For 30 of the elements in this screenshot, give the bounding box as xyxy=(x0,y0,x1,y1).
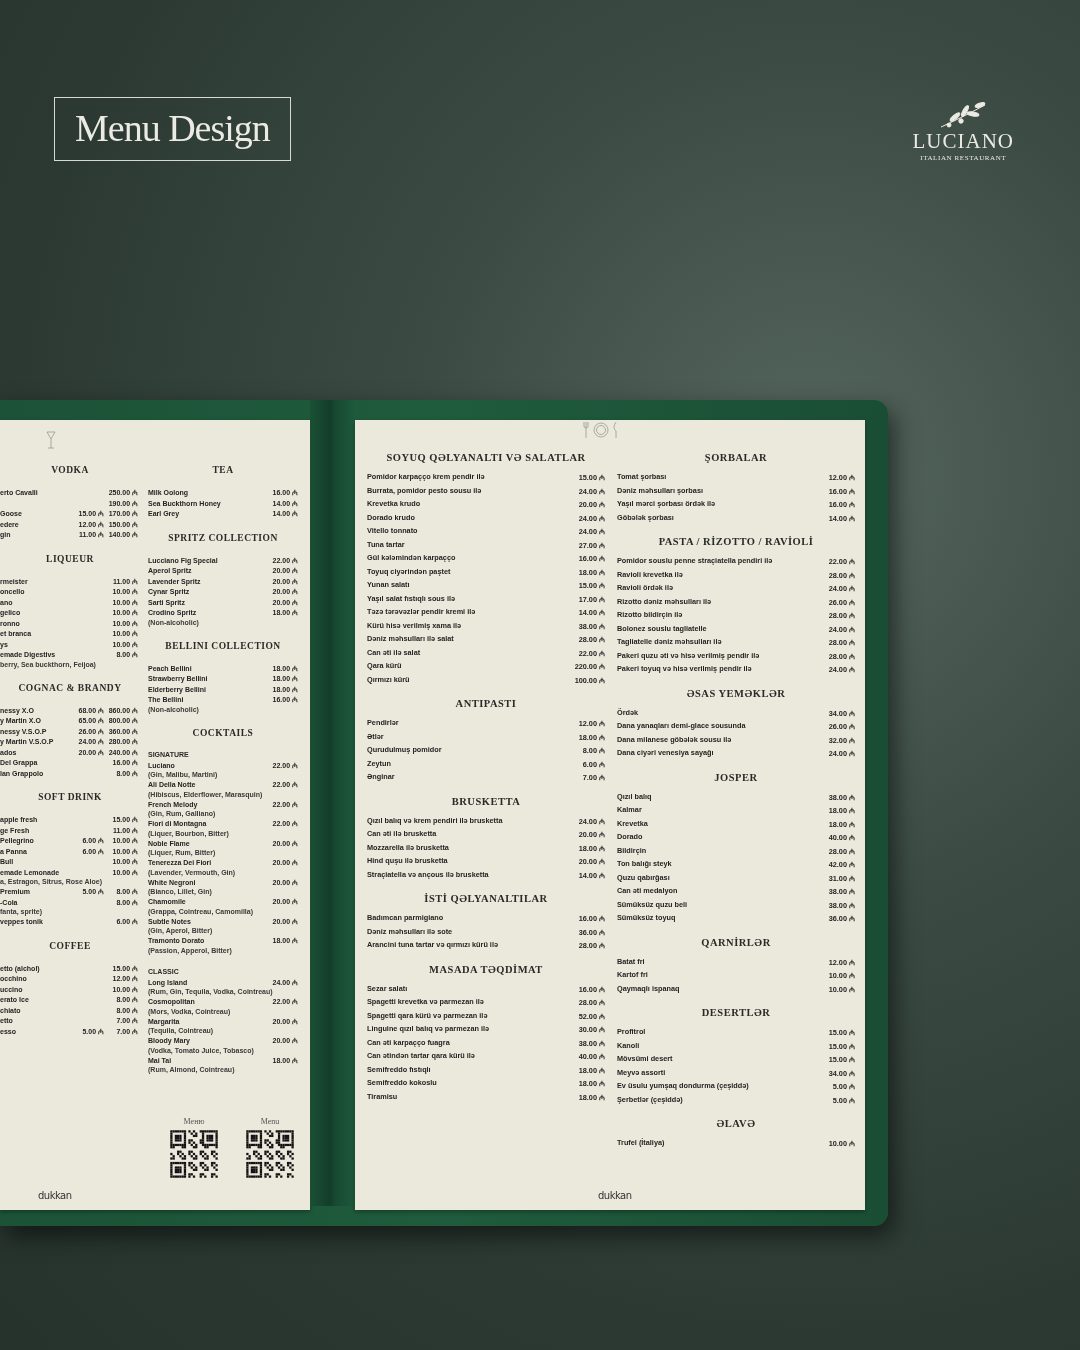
section-heading: DESERTLƏR xyxy=(700,1006,772,1020)
section-heading: COFFEE xyxy=(48,939,92,952)
section-heading: ANTIPASTI xyxy=(454,697,518,711)
section-heading: QARNİRLƏR xyxy=(700,935,772,950)
section-heading: TEA xyxy=(211,464,235,476)
section-heading: ŞORBALAR xyxy=(703,451,769,465)
section-heading: SOFT DRINK xyxy=(37,791,103,803)
section-heading: JOSPER xyxy=(713,770,759,785)
qr-label: Menu xyxy=(260,1117,280,1126)
section-heading: PASTA / RİZOTTO / RAVİOLİ xyxy=(657,535,815,549)
footer-logo: dukkan xyxy=(598,1189,632,1201)
menu-design-title: Menu Design xyxy=(54,97,291,161)
footer-logo: dukkan xyxy=(38,1189,72,1201)
section-heading: COGNAC & BRANDY xyxy=(17,681,123,694)
section-heading: SPRITZ COLLECTION xyxy=(167,531,279,544)
glass-icon xyxy=(46,430,56,450)
section-heading: ƏSAS YEMƏKLƏR xyxy=(685,686,787,701)
section-heading: SOYUQ QƏLYANALTI VƏ SALATLAR xyxy=(385,451,587,465)
section-heading: ƏLAVƏ xyxy=(715,1117,757,1131)
section-heading: COCKTAILS xyxy=(191,726,255,739)
qr-label: Меню xyxy=(183,1117,205,1126)
section-heading: BELLINI COLLECTION xyxy=(164,639,282,652)
section-heading: İSTİ QƏLYANALTILAR xyxy=(423,892,549,906)
qr-code xyxy=(244,1128,296,1180)
brand-name: LUCIANO xyxy=(912,131,1014,152)
qr-code xyxy=(168,1128,220,1180)
section-heading: MASADA TƏQDİMAT xyxy=(428,962,544,977)
section-heading: LIQUEUR xyxy=(45,552,95,565)
section-heading: BRUSKETTA xyxy=(450,794,522,809)
section-heading: VODKA xyxy=(50,464,90,476)
